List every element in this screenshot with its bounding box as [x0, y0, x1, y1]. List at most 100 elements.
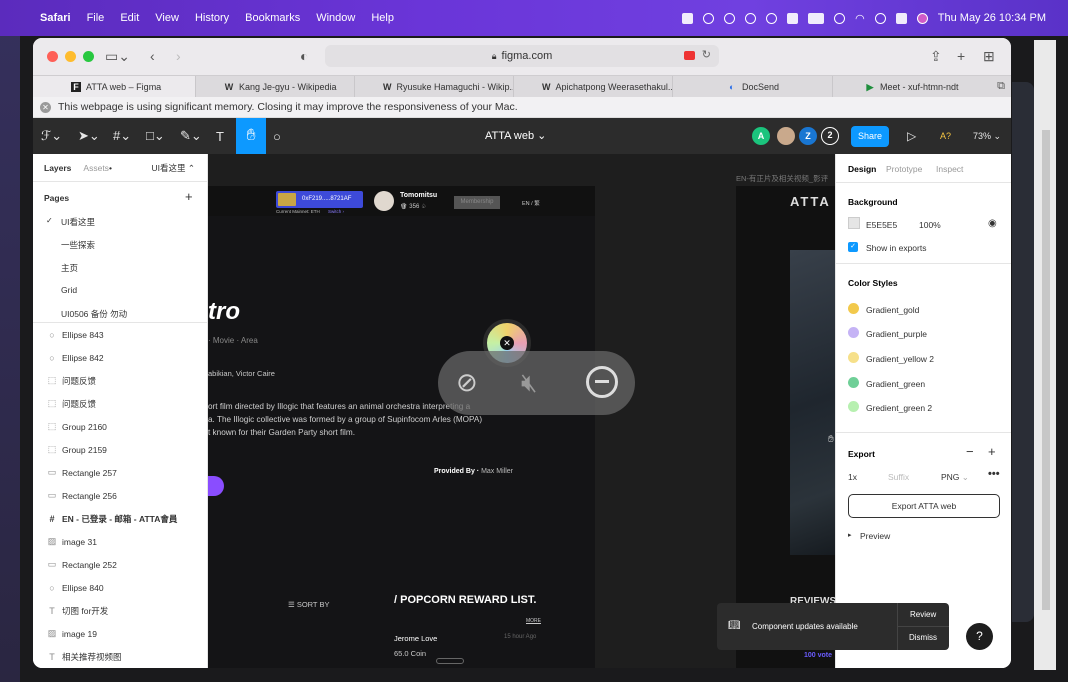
- review-button[interactable]: Review: [910, 610, 936, 619]
- font-warning[interactable]: A?: [940, 118, 951, 154]
- layer-row[interactable]: ⬚ 问题反馈: [33, 369, 207, 392]
- design-frame[interactable]: 0xF219.....8721AF Current Mainnet: ETH S…: [208, 186, 595, 668]
- eye-icon[interactable]: ◉: [988, 218, 997, 229]
- tab-prototype[interactable]: Prototype: [886, 164, 922, 174]
- privacy-shield-icon[interactable]: ◐: [300, 47, 308, 65]
- layer-row[interactable]: ○ Ellipse 843: [33, 323, 207, 346]
- color-style-swatch[interactable]: [848, 352, 859, 363]
- page-item[interactable]: UI0506 备份 勿动: [61, 308, 127, 320]
- page-selector[interactable]: UI看这里 ⌃: [152, 162, 196, 174]
- zoom-status-icon[interactable]: [703, 12, 715, 24]
- layer-row[interactable]: ▭ Rectangle 256: [33, 484, 207, 507]
- file-name-menu[interactable]: ATTA web ⌄: [485, 118, 546, 154]
- tab-assets[interactable]: Assets: [83, 163, 109, 173]
- layer-row[interactable]: T 切图 for开发: [33, 599, 207, 622]
- tab-figma[interactable]: F ATTA web – Figma: [33, 76, 196, 98]
- hand-tool-icon[interactable]: ✋︎: [236, 118, 266, 154]
- minimize-icon[interactable]: [586, 366, 618, 398]
- reload-icon[interactable]: ↻: [702, 48, 711, 61]
- siri-icon[interactable]: [916, 12, 928, 24]
- tab-wikipedia-3[interactable]: W Apichatpong Weerasethakul...: [514, 76, 673, 98]
- color-style-name[interactable]: Gradient_green: [866, 379, 925, 389]
- address-bar[interactable]: 🔒︎ figma.com ↻: [325, 45, 719, 67]
- tab-design[interactable]: Design: [848, 164, 876, 174]
- layer-row[interactable]: ○ Ellipse 840: [33, 576, 207, 599]
- export-suffix-input[interactable]: Suffix: [888, 472, 909, 482]
- close-window-button[interactable]: [47, 51, 58, 62]
- color-style-name[interactable]: Gredient_green 2: [866, 403, 932, 413]
- menu-help[interactable]: Help: [371, 12, 394, 24]
- layer-row[interactable]: ⬚ 问题反馈: [33, 392, 207, 415]
- page-item[interactable]: Grid: [61, 285, 77, 295]
- more-options-icon[interactable]: •••: [988, 468, 1000, 480]
- telegram-icon[interactable]: [724, 12, 736, 24]
- zoom-level[interactable]: 73% ⌄: [973, 118, 1001, 154]
- forward-icon[interactable]: ›: [176, 47, 181, 65]
- share-icon[interactable]: ⇪: [930, 47, 942, 65]
- mute-icon[interactable]: 🔇︎: [521, 367, 537, 399]
- layer-row[interactable]: ▨ image 31: [33, 530, 207, 553]
- wechat-icon[interactable]: [745, 12, 757, 24]
- pin-off-icon[interactable]: ⊘: [456, 367, 478, 398]
- close-icon[interactable]: ✕: [500, 336, 514, 350]
- new-tab-icon[interactable]: +: [957, 47, 965, 65]
- tab-wikipedia-2[interactable]: W Ryusuke Hamaguchi - Wikip...: [355, 76, 514, 98]
- preview-toggle[interactable]: Preview: [860, 531, 890, 541]
- color-style-name[interactable]: Gradient_yellow 2: [866, 354, 934, 364]
- battery-icon[interactable]: [808, 12, 825, 24]
- design-frame-2[interactable]: ATTA REVIEWS 100 vote: [736, 186, 835, 668]
- layer-row[interactable]: ⬚ Group 2160: [33, 415, 207, 438]
- bluetooth-icon[interactable]: [834, 12, 846, 24]
- avatar[interactable]: Z: [799, 127, 817, 145]
- color-style-swatch[interactable]: [848, 401, 859, 412]
- tab-inspect[interactable]: Inspect: [936, 164, 963, 174]
- layer-row[interactable]: ⬚ Group 2159: [33, 438, 207, 461]
- layer-row-frame[interactable]: # EN - 已登录 - 邮箱 - ATTA會員: [33, 507, 207, 530]
- present-icon[interactable]: ▷: [907, 118, 916, 154]
- layer-row[interactable]: ▨ image 19: [33, 622, 207, 645]
- add-page-icon[interactable]: +: [185, 189, 193, 204]
- avatar[interactable]: A: [752, 127, 770, 145]
- zoom-window-button[interactable]: [83, 51, 94, 62]
- wifi-icon[interactable]: ◠: [855, 12, 865, 25]
- shape-tool-icon[interactable]: □⌄: [146, 118, 165, 154]
- color-style-swatch[interactable]: [848, 327, 859, 338]
- export-scale[interactable]: 1x: [848, 472, 857, 482]
- page-item[interactable]: 一些探索: [61, 239, 95, 251]
- menu-file[interactable]: File: [87, 12, 105, 24]
- search-icon[interactable]: [874, 12, 886, 24]
- dismiss-button[interactable]: Dismiss: [909, 633, 937, 642]
- screen-record-icon[interactable]: [684, 51, 695, 60]
- color-style-swatch[interactable]: [848, 303, 859, 314]
- preview-caret-icon[interactable]: ▸: [848, 531, 852, 539]
- page-item[interactable]: UI看这里: [61, 216, 95, 228]
- frame-label[interactable]: EN-有正片及相关视频_影评: [736, 173, 828, 184]
- color-style-name[interactable]: Gradient_purple: [866, 329, 927, 339]
- move-tool-icon[interactable]: ➤⌄: [78, 118, 100, 154]
- play-status-icon[interactable]: [766, 12, 778, 24]
- control-center-icon[interactable]: [895, 12, 907, 24]
- input-method-icon[interactable]: [787, 12, 799, 24]
- checkbox-show-in-exports[interactable]: ✓: [848, 242, 858, 252]
- color-style-name[interactable]: Gradient_gold: [866, 305, 919, 315]
- menu-app[interactable]: Safari: [40, 12, 71, 24]
- pen-tool-icon[interactable]: ✎⌄: [180, 118, 202, 154]
- background-opacity[interactable]: 100%: [919, 220, 941, 230]
- tab-docsend[interactable]: ◐ DocSend: [673, 76, 833, 98]
- menubar-clock[interactable]: Thu May 26 10:34 PM: [938, 12, 1046, 24]
- back-icon[interactable]: ‹: [150, 47, 155, 65]
- layer-row[interactable]: T 相关推荐视频图: [33, 645, 207, 668]
- figma-canvas[interactable]: EN-有正片及相关视频_影评 0xF219.....8721AF Current…: [208, 154, 835, 668]
- export-button[interactable]: Export ATTA web: [848, 494, 1000, 518]
- layer-row[interactable]: ▭ Rectangle 257: [33, 461, 207, 484]
- avatar-photo[interactable]: [777, 127, 795, 145]
- frame-tool-icon[interactable]: #⌄: [113, 118, 131, 154]
- background-color-swatch[interactable]: [848, 217, 860, 229]
- menu-window[interactable]: Window: [316, 12, 355, 24]
- page-item[interactable]: 主页: [61, 262, 78, 274]
- close-banner-icon[interactable]: ✕: [40, 101, 51, 113]
- color-style-swatch[interactable]: [848, 377, 859, 388]
- menu-history[interactable]: History: [195, 12, 229, 24]
- tab-overview-icon[interactable]: ⊞: [983, 47, 995, 65]
- tab-layers[interactable]: Layers: [44, 163, 71, 173]
